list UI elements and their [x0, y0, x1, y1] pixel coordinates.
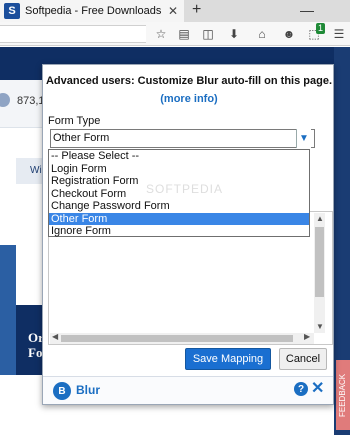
url-bar[interactable]	[0, 25, 146, 43]
feedback-tab[interactable]: FEEDBACK	[336, 360, 350, 430]
cancel-button[interactable]: Cancel	[279, 348, 327, 370]
extension-badge: 1	[316, 23, 326, 34]
blur-logo-icon: B	[53, 382, 71, 400]
dropdown-option-highlighted[interactable]: Other Form	[49, 212, 309, 225]
dropdown-option[interactable]: Login Form	[49, 163, 309, 176]
scroll-left-icon[interactable]: ◀	[52, 332, 58, 341]
form-type-label: Form Type	[48, 115, 101, 127]
scroll-down-icon[interactable]: ▼	[315, 322, 325, 331]
tab-title: Softpedia - Free Downloads Encyc…	[25, 5, 165, 17]
dropdown-option[interactable]: Change Password Form	[49, 200, 309, 213]
nav-toolbar: ☆ ▤ ◫ ⬇ ⌂ ☻ ⬚ 1 ☰	[0, 22, 350, 46]
page-tab-fragment[interactable]: Wi	[16, 158, 42, 184]
scroll-up-icon[interactable]: ▲	[315, 214, 325, 223]
watermark: SOFTPEDIA	[146, 182, 224, 196]
new-tab-button[interactable]: +	[192, 1, 201, 19]
browser-tab[interactable]: S Softpedia - Free Downloads Encyc… ✕	[0, 0, 184, 22]
help-icon[interactable]: ?	[294, 382, 308, 396]
emoji-icon[interactable]: ☻	[281, 26, 297, 42]
menu-icon[interactable]: ☰	[331, 26, 347, 42]
horizontal-scrollbar-thumb[interactable]	[61, 335, 293, 342]
headline-fragment[interactable]: Or Fo	[16, 305, 44, 375]
article-image	[0, 245, 16, 375]
minimize-window-button[interactable]: —	[300, 2, 314, 18]
pocket-icon[interactable]: ◫	[200, 26, 216, 42]
home-icon[interactable]: ⌂	[254, 26, 270, 42]
more-info-link[interactable]: (more info)	[43, 93, 335, 105]
dropdown-option[interactable]: -- Please Select --	[49, 150, 309, 163]
chevron-down-icon[interactable]: ▼	[296, 129, 311, 148]
softpedia-favicon-icon: S	[4, 3, 20, 19]
star-icon[interactable]: ☆	[153, 26, 169, 42]
close-icon[interactable]: ✕	[311, 378, 324, 398]
download-count: 873,1	[17, 95, 45, 107]
dropdown-option[interactable]: Ignore Form	[49, 225, 309, 238]
save-mapping-button[interactable]: Save Mapping	[185, 348, 271, 370]
tab-bar: S Softpedia - Free Downloads Encyc… ✕ + …	[0, 0, 350, 22]
reading-list-icon[interactable]: ▤	[176, 26, 192, 42]
popup-heading: Advanced users: Customize Blur auto-fill…	[45, 75, 333, 87]
vertical-scrollbar-thumb[interactable]	[315, 227, 324, 297]
download-icon[interactable]: ⬇	[226, 26, 242, 42]
form-type-selected-value: Other Form	[53, 132, 110, 144]
close-tab-icon[interactable]: ✕	[168, 4, 178, 18]
blur-popup: Advanced users: Customize Blur auto-fill…	[42, 64, 334, 405]
brand-name: Blur	[76, 383, 100, 397]
scroll-right-icon[interactable]: ▶	[304, 332, 310, 341]
